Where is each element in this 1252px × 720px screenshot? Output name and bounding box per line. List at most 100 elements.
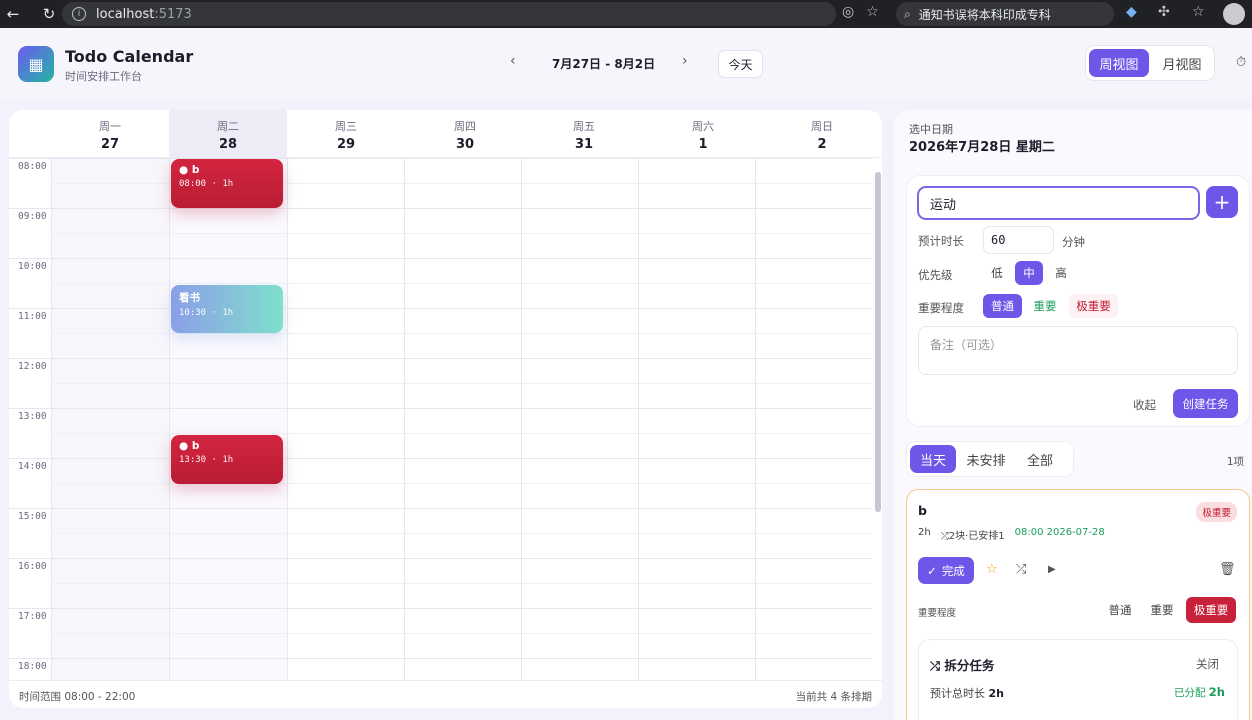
reload-icon[interactable]: ↻ — [36, 0, 62, 28]
hour-row: 18:00 — [9, 658, 872, 680]
trash-icon[interactable]: 🗑 — [1219, 562, 1236, 577]
event-time: 10:30 · 1h — [179, 308, 234, 318]
column-divider — [638, 158, 639, 680]
profile-avatar[interactable] — [1223, 3, 1245, 25]
task-importance-critical[interactable]: 极重要 — [1186, 597, 1236, 623]
day-header-wed[interactable]: 周三 29 — [287, 110, 405, 158]
star-icon[interactable]: ☆ — [986, 562, 998, 577]
tab-today[interactable]: 当天 — [910, 445, 956, 473]
task-importance-normal[interactable]: 普通 — [1101, 597, 1139, 623]
task-title: b — [918, 503, 927, 518]
incognito-lens-icon[interactable]: ◎ — [842, 4, 854, 20]
app-subtitle: 时间安排工作台 — [65, 70, 142, 83]
add-task-button[interactable]: + — [1206, 186, 1238, 218]
column-divider — [169, 158, 170, 680]
collapse-button[interactable]: 收起 — [1133, 397, 1156, 413]
importance-badge: 极重要 — [1196, 502, 1237, 522]
tab-all[interactable]: 全部 — [1016, 445, 1064, 473]
split-close-button[interactable]: 关闭 — [1196, 656, 1219, 672]
task-name-input[interactable] — [917, 186, 1200, 220]
search-icon: ⌕ — [904, 6, 911, 21]
bookmark-star-icon[interactable]: ☆ — [866, 4, 879, 20]
priority-high-option[interactable]: 高 — [1047, 261, 1075, 285]
column-divider — [287, 158, 288, 680]
scrollbar-thumb[interactable] — [875, 172, 881, 512]
selected-date-label: 选中日期 — [909, 123, 953, 136]
app-header: ▦ Todo Calendar 时间安排工作台 ‹ 7月27日 - 8月2日 ›… — [0, 28, 1252, 100]
site-info-icon[interactable]: i — [72, 7, 86, 21]
split-total-value: 2h — [988, 687, 1005, 700]
month-view-button[interactable]: 月视图 — [1153, 49, 1211, 77]
half-hour-line — [51, 633, 872, 634]
view-toggle: 周视图 月视图 — [1085, 45, 1215, 81]
play-icon[interactable]: ▶ — [1048, 564, 1056, 575]
weekday-label: 周六 — [692, 120, 714, 133]
day-header-thu[interactable]: 周四 30 — [406, 110, 524, 158]
weekday-label: 周日 — [811, 120, 833, 133]
task-importance-important[interactable]: 重要 — [1145, 597, 1179, 623]
task-scheduled-time: 08:00 2026-07-28 — [1014, 527, 1105, 538]
importance-normal-option[interactable]: 普通 — [983, 294, 1022, 318]
event-block[interactable]: 看书 10:30 · 1h — [171, 285, 283, 333]
day-header-mon[interactable]: 周一 27 — [51, 110, 169, 158]
importance-important-option[interactable]: 重要 — [1027, 294, 1063, 318]
half-hour-line — [51, 533, 872, 534]
day-number: 1 — [698, 137, 708, 152]
new-task-form: + 预计时长 分钟 优先级 低 中 高 重要程度 普通 重要 极重要 收起 创建… — [906, 175, 1250, 427]
event-block[interactable]: ● b 13:30 · 1h — [171, 435, 283, 484]
browser-search-box[interactable]: ⌕ 通知书误将本科印成专科 — [896, 2, 1114, 26]
chevron-right-icon[interactable]: › — [682, 53, 688, 69]
shuffle-icon: ⤮ — [930, 658, 945, 673]
tab-unscheduled[interactable]: 未安排 — [960, 445, 1012, 473]
schedule-count-text: 当前共 4 条排期 — [795, 691, 872, 703]
time-grid[interactable]: 08:00 09:00 10:00 11:00 12:00 13:00 14:0… — [9, 158, 882, 680]
task-card[interactable]: b 极重要 2h ⤮2块·已安排1 08:00 2026-07-28 ✓ 完成 … — [906, 489, 1250, 720]
task-count: 1项 — [1226, 456, 1244, 468]
hour-label: 15:00 — [18, 511, 47, 522]
duration-input[interactable] — [983, 226, 1054, 254]
day-number: 31 — [574, 137, 594, 152]
complete-button[interactable]: ✓ 完成 — [918, 557, 974, 584]
split-allocated-value: 2h — [1208, 685, 1225, 699]
day-header-fri[interactable]: 周五 31 — [525, 110, 643, 158]
day-header-sun[interactable]: 周日 2 — [763, 110, 881, 158]
weekday-label: 周五 — [573, 120, 595, 133]
column-divider — [51, 158, 52, 680]
calendar-scrollbar[interactable] — [875, 162, 881, 678]
chevron-left-icon[interactable]: ‹ — [510, 53, 516, 69]
weekday-label: 周一 — [99, 120, 121, 133]
hour-label: 13:00 — [18, 411, 47, 422]
hour-label: 12:00 — [18, 361, 47, 372]
event-block[interactable]: ● b 08:00 · 1h — [171, 159, 283, 208]
extensions-puzzle-icon[interactable]: ✣ — [1158, 4, 1170, 20]
hour-label: 11:00 — [18, 311, 47, 322]
browser-toolbar: ← ↻ i localhost:5173 ◎ ☆ ⌕ 通知书误将本科印成专科 ◆… — [0, 0, 1252, 28]
weekday-label: 周三 — [335, 120, 357, 133]
address-bar[interactable]: i localhost:5173 — [62, 2, 836, 26]
check-icon: ✓ — [927, 563, 937, 578]
day-header-tue[interactable]: 周二 28 — [169, 110, 287, 158]
shuffle-split-icon[interactable]: ⤮ — [1016, 562, 1026, 577]
day-header-sat[interactable]: 周六 1 — [644, 110, 762, 158]
importance-critical-option[interactable]: 极重要 — [1069, 294, 1118, 318]
url-port: :5173 — [154, 6, 192, 22]
task-importance-label: 重要程度 — [918, 608, 957, 619]
timer-icon[interactable]: ⏱ — [1236, 55, 1246, 70]
week-view-button[interactable]: 周视图 — [1089, 49, 1149, 77]
event-title: 看书 — [179, 292, 200, 304]
create-task-button[interactable]: 创建任务 — [1173, 389, 1238, 418]
split-allocated-label: 已分配 — [1173, 687, 1206, 699]
half-hour-line — [51, 333, 872, 334]
priority-low-option[interactable]: 低 — [983, 261, 1011, 285]
extension-icon[interactable]: ◆ — [1126, 4, 1137, 20]
priority-label: 优先级 — [918, 268, 953, 282]
calendar-logo-icon: ▦ — [18, 46, 54, 82]
notes-textarea[interactable] — [918, 326, 1238, 375]
back-icon[interactable]: ← — [0, 0, 26, 28]
event-time: 08:00 · 1h — [179, 179, 234, 189]
priority-medium-option[interactable]: 中 — [1015, 261, 1043, 285]
event-title: ● b — [179, 440, 200, 452]
favorites-icon[interactable]: ☆ — [1192, 4, 1205, 20]
today-button[interactable]: 今天 — [718, 50, 763, 78]
split-total: 预计总时长 2h — [930, 685, 1004, 701]
